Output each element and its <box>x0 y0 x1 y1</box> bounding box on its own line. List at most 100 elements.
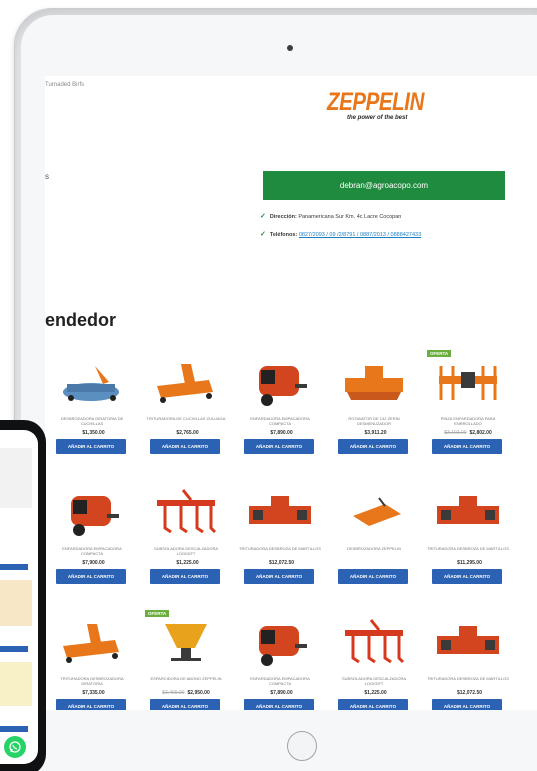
flail-mower-icon[interactable] <box>57 614 127 672</box>
product-name[interactable]: ENFARDADORA EMPACADORA COMPACTA <box>239 416 321 426</box>
product-card[interactable]: TRITURADORA DE CUCHILLAS ZULUAGA $2,765.0… <box>141 350 235 480</box>
current-price: $2,950.00 <box>187 690 210 696</box>
product-card[interactable]: ENFARDADORA EMPACADORA COMPACTA $7,890.00… <box>235 350 329 480</box>
product-price: $1,225.00 <box>145 560 227 566</box>
offer-badge: OFERTA <box>427 350 452 357</box>
product-name[interactable]: ENFARDADORA EMPACADORA COMPACTA <box>239 676 321 686</box>
product-price: $12,072.50 <box>239 560 321 566</box>
product-card[interactable]: TRITURADORA DESBROZA DE MARTILLOS $12,072… <box>423 610 517 710</box>
product-name[interactable]: TRITURADORA DESBROZA DE MARTILLOS <box>427 546 509 556</box>
phone-product-image <box>0 662 32 706</box>
current-price: $12,072.50 <box>268 560 295 566</box>
add-to-cart-button[interactable]: AÑADIR AL CARRITO <box>56 699 126 710</box>
add-to-cart-button[interactable]: AÑADIR AL CARRITO <box>244 699 314 710</box>
product-price: $11,295.00 <box>427 560 509 566</box>
product-card[interactable]: TRITURADORA DESBROZA DE MARTILLOS $12,072… <box>235 480 329 610</box>
product-name[interactable]: ENFARDADORA EMPACADORA COMPACTA <box>51 546 133 556</box>
product-card[interactable]: OFERTA ESPARCIDORA DE ABONO ZEPPELIN $3,40… <box>141 610 235 710</box>
add-to-cart-button[interactable]: AÑADIR AL CARRITO <box>432 699 502 710</box>
home-button[interactable] <box>287 731 317 761</box>
phones-line: ✓ Teléfonos: 0827/2093 / 09 /2/8791 / 088… <box>260 230 421 238</box>
product-card[interactable]: ROTAVATOR DE 132 ZERIN DESMENUZADOR $3,91… <box>329 350 423 480</box>
current-price: $12,072.50 <box>456 690 483 696</box>
bale-clamp-icon[interactable] <box>433 354 503 412</box>
product-price: $1,225.00 <box>333 690 415 696</box>
product-name[interactable]: TRITURADORA DE CUCHILLAS ZULUAGA <box>145 416 227 426</box>
add-to-cart-button[interactable]: AÑADIR AL CARRITO <box>150 439 220 454</box>
current-price: $3,911.20 <box>364 430 387 436</box>
product-price: $3,400.00 $2,950.00 <box>145 690 227 696</box>
add-to-cart-button[interactable]: AÑADIR AL CARRITO <box>338 439 408 454</box>
rotary-mower-icon[interactable] <box>57 354 127 412</box>
product-card[interactable]: SUBSOLADORA DESCALZADORA LOGIGIFT $1,225.… <box>329 610 423 710</box>
add-to-cart-button[interactable]: AÑADIR AL CARRITO <box>150 569 220 584</box>
product-price: $3,911.20 <box>333 430 415 436</box>
flail-mower-icon[interactable] <box>151 354 221 412</box>
slasher-icon[interactable] <box>339 484 409 542</box>
current-price: $1,225.00 <box>364 690 387 696</box>
product-price: $2,765.00 <box>145 430 227 436</box>
add-to-cart-button[interactable]: AÑADIR AL CARRITO <box>150 699 220 710</box>
phone-cart-button[interactable] <box>0 726 28 732</box>
address-label: Dirección: <box>269 214 297 220</box>
product-card[interactable]: TRITURADORA DESBROZADORA GIRATORIA $7,335… <box>47 610 141 710</box>
product-card[interactable]: SUBSOLADORA DESCALZADORA LOGIGIFT $1,225.… <box>141 480 235 610</box>
add-to-cart-button[interactable]: AÑADIR AL CARRITO <box>338 699 408 710</box>
product-name[interactable]: TRITURADORA DESBROZA DE MARTILLOS <box>427 676 509 686</box>
add-to-cart-button[interactable]: AÑADIR AL CARRITO <box>432 569 502 584</box>
phone-screen <box>0 430 38 764</box>
product-name[interactable]: SUBSOLADORA DESCALZADORA LOGIGIFT <box>145 546 227 556</box>
phone-mockup <box>0 420 46 771</box>
product-name[interactable]: TRITURADORA DESBROZADORA GIRATORIA <box>51 676 133 686</box>
mulcher-icon[interactable] <box>433 614 503 672</box>
product-name[interactable]: PINZA ENFARDADORA PARA ENRROLLADO <box>427 416 509 426</box>
phone-cart-button[interactable] <box>0 564 28 570</box>
email-button[interactable]: debran@agroacopo.com <box>263 171 505 200</box>
current-price: $2,765.00 <box>176 430 199 436</box>
baler-icon[interactable] <box>245 614 315 672</box>
current-price: $2,802.00 <box>469 430 492 436</box>
product-card[interactable]: ENFARDADORA EMPACADORA COMPACTA $7,900.00… <box>47 480 141 610</box>
current-price: $7,900.00 <box>82 560 105 566</box>
add-to-cart-button[interactable]: AÑADIR AL CARRITO <box>56 439 126 454</box>
product-card[interactable]: DESBROZADORA GIRATORIA DE CUCHILLAS $1,35… <box>47 350 141 480</box>
mulcher-icon[interactable] <box>433 484 503 542</box>
current-price: $11,295.00 <box>457 560 482 566</box>
top-note: Turnaded Birfs <box>45 82 85 88</box>
product-name[interactable]: DESBROZADORA ZEPPELIN <box>333 546 415 556</box>
add-to-cart-button[interactable]: AÑADIR AL CARRITO <box>244 439 314 454</box>
product-name[interactable]: SUBSOLADORA DESCALZADORA LOGIGIFT <box>333 676 415 686</box>
phones-links[interactable]: 0827/2093 / 09 /2/8791 / 0887/2013 / 088… <box>299 232 421 238</box>
product-name[interactable]: DESBROZADORA GIRATORIA DE CUCHILLAS <box>51 416 133 426</box>
old-price: $3,102.00 <box>444 430 467 436</box>
mulcher-icon[interactable] <box>245 484 315 542</box>
add-to-cart-button[interactable]: AÑADIR AL CARRITO <box>432 439 502 454</box>
baler-icon[interactable] <box>245 354 315 412</box>
subsoiler-icon[interactable] <box>339 614 409 672</box>
subsoiler-icon[interactable] <box>151 484 221 542</box>
rotavator-icon[interactable] <box>339 354 409 412</box>
logo-wordmark: ZEPPELIN <box>327 88 424 116</box>
address-value: Panamericana Sur Km. 4c Lacre Cocopan <box>298 214 402 220</box>
product-grid: DESBROZADORA GIRATORIA DE CUCHILLAS $1,35… <box>47 350 517 710</box>
current-price: $7,335.00 <box>82 690 105 696</box>
product-name[interactable]: ESPARCIDORA DE ABONO ZEPPELIN <box>145 676 227 686</box>
whatsapp-icon[interactable] <box>4 736 26 758</box>
product-price: $7,900.00 <box>51 560 133 566</box>
add-to-cart-button[interactable]: AÑADIR AL CARRITO <box>338 569 408 584</box>
product-card[interactable]: TRITURADORA DESBROZA DE MARTILLOS $11,295… <box>423 480 517 610</box>
spreader-icon[interactable] <box>151 614 221 672</box>
product-card[interactable]: ENFARDADORA EMPACADORA COMPACTA $7,890.00… <box>235 610 329 710</box>
product-card[interactable]: OFERTA PINZA ENFARDADORA PARA ENRROLLADO $… <box>423 350 517 480</box>
baler-icon[interactable] <box>57 484 127 542</box>
add-to-cart-button[interactable]: AÑADIR AL CARRITO <box>244 569 314 584</box>
product-name[interactable]: ROTAVATOR DE 132 ZERIN DESMENUZADOR <box>333 416 415 426</box>
offer-badge: OFERTA <box>145 610 170 617</box>
phone-cart-button[interactable] <box>0 646 28 652</box>
zeppelin-logo[interactable]: ZEPPELIN the power of the best <box>327 88 447 121</box>
add-to-cart-button[interactable]: AÑADIR AL CARRITO <box>56 569 126 584</box>
product-card[interactable]: DESBROZADORA ZEPPELIN AÑADIR AL CARRITO <box>329 480 423 610</box>
product-price: $7,890.00 <box>239 430 321 436</box>
left-edge-mark: s <box>45 172 49 181</box>
product-name[interactable]: TRITURADORA DESBROZA DE MARTILLOS <box>239 546 321 556</box>
